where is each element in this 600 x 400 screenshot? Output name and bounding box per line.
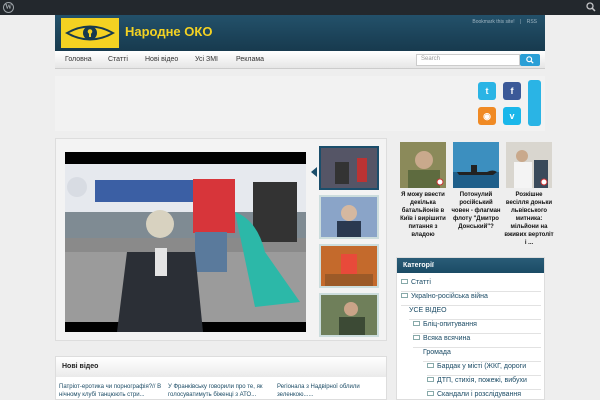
wordpress-icon[interactable]: W: [3, 2, 14, 13]
ad-area: t f ◉ v: [55, 76, 545, 131]
news-caption[interactable]: Я можу ввести декілька батальйонів в Киї…: [398, 191, 448, 239]
new-videos-title: Нові відео: [56, 357, 386, 377]
divider: [413, 333, 541, 334]
folder-icon: [401, 279, 408, 284]
divider: |: [520, 19, 522, 25]
categories-widget: Категорії Статті Україно-російська війна…: [396, 257, 545, 400]
news-image: [453, 142, 499, 188]
category-item[interactable]: Громада: [423, 349, 451, 356]
folder-icon: [413, 335, 420, 340]
folder-icon: [427, 391, 434, 396]
video-link[interactable]: Регіонала з Надвірної облили зеленкою...…: [277, 383, 385, 399]
thumb-image: [321, 148, 377, 188]
category-item[interactable]: УСЕ ВІДЕО: [409, 307, 447, 314]
category-item[interactable]: ДТП, стихія, пожежі, вибухи: [427, 377, 527, 384]
video-link[interactable]: У Франківську говорили про те, як голосу…: [168, 383, 276, 399]
new-videos-widget: Нові відео Патріот-еротика чи порнографі…: [55, 356, 387, 400]
news-caption[interactable]: Потонулий російський човен - флагман фло…: [451, 191, 501, 231]
divider: [401, 291, 541, 292]
divider: [409, 319, 541, 320]
main-video-player[interactable]: [65, 152, 306, 332]
slider-thumb-2[interactable]: [319, 195, 379, 239]
nav-item-articles[interactable]: Статті: [108, 56, 128, 63]
nav-item-all-media[interactable]: Усі ЗМІ: [195, 56, 218, 63]
news-caption[interactable]: Розкішне весілля доньки львівського митн…: [504, 191, 554, 247]
divider: [401, 305, 541, 306]
folder-icon: [427, 363, 434, 368]
video-slider: [55, 138, 387, 341]
feature-news-1[interactable]: Я можу ввести декілька батальйонів в Киї…: [398, 142, 448, 239]
rss-icon[interactable]: ◉: [478, 107, 496, 125]
slider-thumb-4[interactable]: [319, 293, 379, 337]
divider: [423, 361, 541, 362]
subscribe-tab[interactable]: [528, 80, 541, 126]
site-logo-text[interactable]: Народне ОКО: [125, 24, 212, 39]
search-button[interactable]: [520, 54, 540, 66]
slider-thumb-1[interactable]: [319, 146, 379, 190]
main-nav: Головна Статті Нові відео Усі ЗМІ Реклам…: [55, 51, 545, 69]
thumb-image: [321, 197, 377, 237]
categories-title: Категорії: [397, 258, 544, 273]
video-frame: [65, 164, 306, 332]
search-input[interactable]: Search: [416, 54, 520, 66]
folder-icon: [427, 377, 434, 382]
divider: [427, 375, 541, 376]
active-thumb-arrow: [311, 167, 317, 177]
thumb-image: [321, 295, 377, 335]
nav-item-home[interactable]: Головна: [65, 56, 92, 63]
bookmark-link[interactable]: Bookmark this site!: [472, 19, 514, 25]
facebook-icon[interactable]: f: [503, 82, 521, 100]
feature-news-3[interactable]: Розкішне весілля доньки львівського митн…: [504, 142, 554, 247]
category-item[interactable]: Скандали і розслідування: [427, 391, 521, 398]
video-link[interactable]: Патріот-еротика чи порнографія?// В нічн…: [59, 383, 167, 399]
twitter-icon[interactable]: t: [478, 82, 496, 100]
folder-icon: [413, 321, 420, 326]
category-item[interactable]: Україно-російська війна: [401, 293, 488, 300]
nav-item-new-videos[interactable]: Нові відео: [145, 56, 178, 63]
divider: [427, 389, 541, 390]
divider: [413, 347, 541, 348]
slider-thumb-3[interactable]: [319, 244, 379, 288]
vimeo-icon[interactable]: v: [503, 107, 521, 125]
feature-news-2[interactable]: Потонулий російський човен - флагман фло…: [451, 142, 501, 231]
category-item[interactable]: Бліц-опитування: [413, 321, 477, 328]
news-image: [506, 142, 552, 188]
category-item[interactable]: Всяка всячина: [413, 335, 470, 342]
search-icon: [526, 56, 534, 64]
search-icon[interactable]: [586, 2, 596, 12]
news-image: [400, 142, 446, 188]
category-item[interactable]: Статті: [401, 279, 431, 286]
eye-keyhole-icon[interactable]: [61, 18, 119, 48]
admin-bar: W: [0, 0, 600, 15]
thumb-image: [321, 246, 377, 286]
site-header: Народне ОКО Bookmark this site! | RSS: [55, 15, 545, 51]
top-links: Bookmark this site! | RSS: [468, 19, 537, 25]
folder-icon: [401, 293, 408, 298]
rss-link[interactable]: RSS: [527, 19, 537, 25]
nav-item-ads[interactable]: Реклама: [236, 56, 264, 63]
category-item[interactable]: Бардак у місті (ЖКГ, дороги: [427, 363, 526, 370]
